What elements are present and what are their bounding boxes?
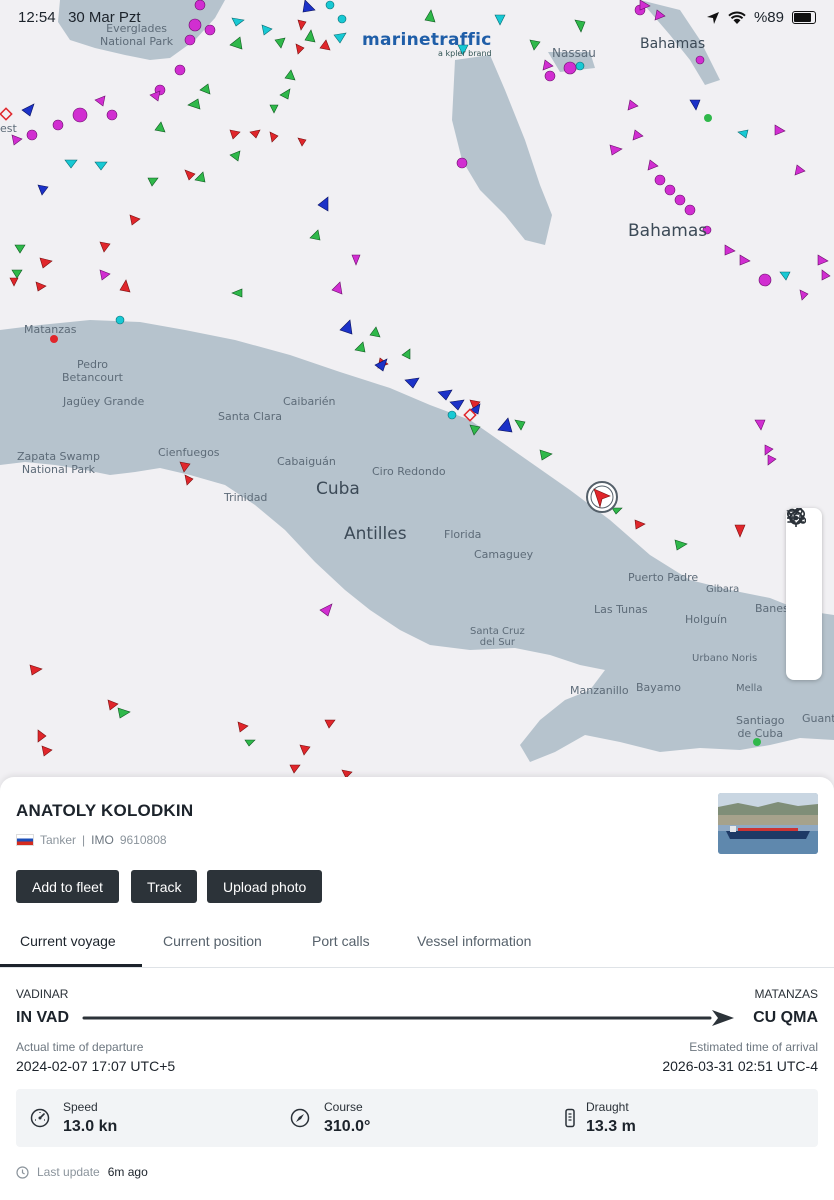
map-view[interactable]: marinetraffic a kpler brand Everglades N… [0,0,834,780]
course-label: Course [324,1100,363,1114]
map-label-holguin: Holguín [685,613,728,626]
map-label-matanzas: Matanzas [24,323,77,336]
status-icons: %89 [706,9,816,26]
imo-number: 9610808 [119,833,167,847]
map-label-puerto-padre: Puerto Padre [628,571,699,584]
stat-course: Course 310.0° [276,1089,546,1147]
add-to-fleet-button[interactable]: Add to fleet [16,870,119,903]
tab-current-voyage[interactable]: Current voyage [20,933,116,949]
departure-port-name: VADINAR [16,987,69,1001]
eta-value: 2026-03-31 02:51 UTC-4 [662,1058,818,1074]
vessel-subtitle: Tanker | IMO 9610808 [16,833,167,847]
map-label-cienfuegos: Cienfuegos [158,446,220,459]
map-label-banes: Banes [755,602,789,615]
map-label-bahamas: Bahamas [628,221,708,241]
tab-current-position[interactable]: Current position [163,933,262,949]
vessel-type: Tanker [40,833,77,847]
course-value: 310.0° [324,1118,371,1135]
wifi-icon [728,10,746,24]
last-update-label: Last update [37,1165,100,1179]
route-arrow-icon [712,1010,734,1026]
map-label-urbano-noris: Urbano Noris [692,653,758,664]
filter-button[interactable] [786,510,822,644]
speed-label: Speed [63,1100,98,1114]
vessel-name: ANATOLY KOLODKIN [16,801,194,820]
tab-vessel-information[interactable]: Vessel information [417,933,531,949]
port-marker-matanzas [50,335,58,343]
departure-port-code[interactable]: IN VAD [16,1009,69,1027]
tab-port-calls[interactable]: Port calls [312,933,370,949]
map-tools [786,508,822,680]
upload-photo-button[interactable]: Upload photo [207,870,323,903]
map-label-mella: Mella [736,683,763,694]
location-arrow-icon [706,11,719,24]
last-update: Last update 6m ago [16,1165,148,1179]
map-label-manzanillo: Manzanillo [570,684,629,697]
map-label-nassau: Nassau [552,46,596,60]
map-label-antilles: Antilles [344,524,407,544]
map-label-santa-clara: Santa Clara [218,410,282,423]
route-progress-line [82,1010,734,1026]
draught-gauge-icon [565,1108,575,1128]
map-label-camaguey: Camaguey [474,548,534,561]
map-label-santiago: Santiago de Cuba [736,714,785,740]
map-label-jaguey: Jagüey Grande [63,395,145,408]
vessel-photo-image [718,793,818,854]
track-button[interactable]: Track [131,870,198,903]
draught-label: Draught [586,1100,629,1114]
speedometer-icon [30,1108,50,1128]
map-label-est: est [0,122,17,135]
status-time: 12:54 30 Mar Pzt [18,9,141,26]
stat-speed: Speed 13.0 kn [16,1089,276,1147]
compass-icon [290,1108,310,1128]
map-label-gibara: Gibara [706,584,740,595]
map-label-las-tunas: Las Tunas [594,603,648,616]
arrival-port-name: MATANZAS [754,987,818,1001]
map-label-trinidad: Trinidad [224,491,268,504]
battery-icon [792,11,816,24]
selected-vessel-marker[interactable] [586,481,618,513]
battery-percent: %89 [753,9,784,26]
map-label-cabaiguan: Cabaiguán [277,455,336,468]
map-label-florida: Florida [444,528,482,541]
imo-label: IMO [91,833,114,847]
map-label-bayamo: Bayamo [636,681,681,694]
tab-bar: Current voyage Current position Port cal… [0,925,834,968]
atd-label: Actual time of departure [16,1040,144,1054]
last-update-value: 6m ago [107,1165,148,1179]
favorite-button[interactable] [786,508,822,608]
map-label-bahamas-top: Bahamas [640,36,706,52]
map-label-santa-cruz: Santa Cruz del Sur [470,626,525,648]
speed-value: 13.0 kn [63,1118,118,1135]
flag-russia-icon [16,834,34,846]
draught-value: 13.3 m [586,1118,636,1135]
vessel-photo[interactable] [718,793,818,854]
eta-label: Estimated time of arrival [689,1040,818,1054]
voyage-stats: Speed 13.0 kn Course 310.0° Draught 13.3… [16,1089,818,1147]
marinetraffic-logo: marinetraffic a kpler brand [362,30,492,58]
status-bar: 12:54 30 Mar Pzt %89 [0,0,834,34]
map-label-cuba: Cuba [316,479,360,499]
atd-value: 2024-02-07 17:07 UTC+5 [16,1058,176,1074]
map-label-zapata: Zapata Swamp National Park [17,450,100,476]
map-label-pedro-betancourt: Pedro Betancourt [62,358,123,384]
arrival-port-code[interactable]: CU QMA [753,1009,818,1027]
stat-draught: Draught 13.3 m [546,1089,818,1147]
locate-button[interactable] [786,509,822,680]
map-label-caibarien: Caibarién [283,395,336,408]
map-label-ciro-redondo: Ciro Redondo [372,465,446,478]
separator: | [82,833,86,847]
active-tab-indicator [0,964,142,967]
vessel-details-panel: ANATOLY KOLODKIN Tanker | IMO 9610808 Ad… [0,777,834,1200]
port-marker-green [704,114,712,122]
clock-icon [16,1165,29,1179]
map-label-guant: Guant [802,712,834,725]
locate-icon [787,509,805,527]
